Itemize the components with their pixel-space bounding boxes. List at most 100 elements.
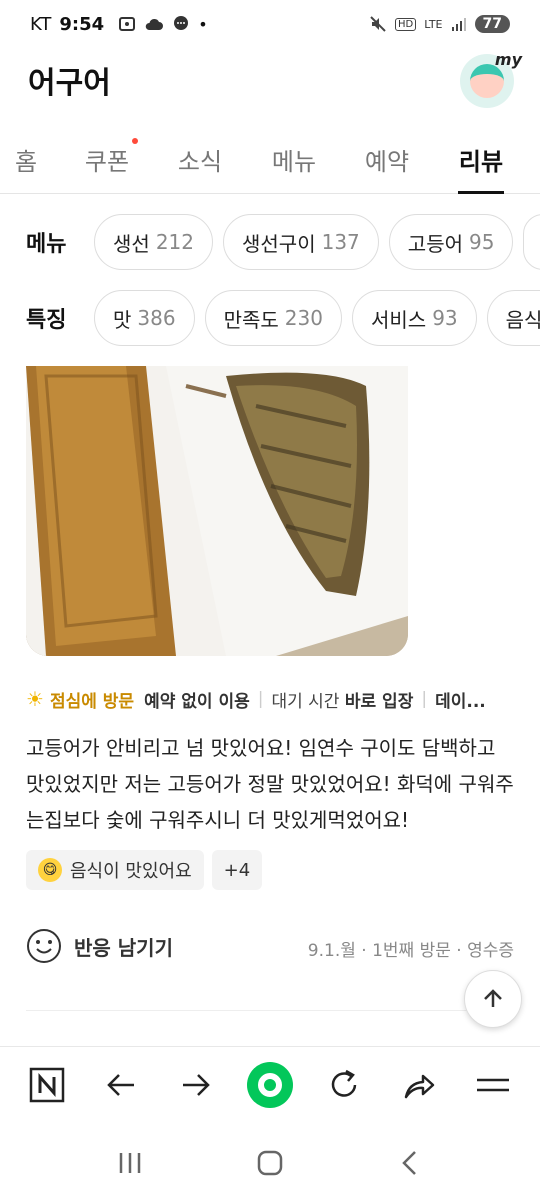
chip-name: 생선 bbox=[113, 231, 150, 256]
chip-count: 230 bbox=[284, 306, 323, 330]
chip-count: 95 bbox=[469, 230, 495, 254]
tab-label: 쿠폰 bbox=[84, 148, 130, 176]
tag-item[interactable]: 😋 음식이 맛있어요 bbox=[26, 850, 204, 890]
back-button[interactable] bbox=[93, 1057, 149, 1113]
more-tags-label: +4 bbox=[223, 859, 251, 881]
share-icon bbox=[404, 1074, 434, 1098]
tab-label: 예약 bbox=[364, 148, 410, 176]
visit-time: 점심에 방문 bbox=[49, 691, 135, 712]
status-bar: KT 9:54 • HD LTE 77 bbox=[0, 0, 540, 48]
react-button[interactable]: 반응 남기기 bbox=[26, 928, 173, 964]
tab-news[interactable]: 소식 bbox=[177, 126, 223, 194]
mute-icon bbox=[370, 16, 386, 32]
tag-label: 음식이 맛있어요 bbox=[70, 861, 192, 882]
chip-count: 386 bbox=[137, 306, 176, 330]
divider bbox=[26, 1010, 514, 1011]
hd-icon: HD bbox=[394, 17, 417, 31]
new-badge bbox=[132, 137, 138, 144]
recent-apps-icon[interactable] bbox=[115, 1148, 145, 1178]
menu-button[interactable] bbox=[465, 1057, 521, 1113]
more-dot-icon: • bbox=[198, 14, 208, 34]
chip-name: 생선구이 bbox=[242, 231, 316, 256]
review-photo[interactable] bbox=[26, 366, 408, 656]
chip-count: 93 bbox=[432, 306, 458, 330]
reservation-info: 예약 없이 이용 bbox=[144, 691, 250, 712]
feature-filter-label: 특징 bbox=[26, 308, 67, 333]
back-arrow-icon bbox=[107, 1073, 135, 1096]
scroll-top-button[interactable] bbox=[464, 970, 522, 1028]
separator: | bbox=[257, 689, 264, 709]
share-button[interactable] bbox=[391, 1057, 447, 1113]
smile-emoji-icon: 😋 bbox=[38, 858, 62, 882]
visit-info: ☀ 점심에 방문 예약 없이 이용 | 대기 시간 바로 입장 | 데이... bbox=[26, 686, 516, 712]
review-meta: 9.1.월 · 1번째 방문 · 영수증 bbox=[307, 941, 514, 961]
chip-name: 맛 bbox=[113, 307, 132, 332]
tab-label: 리뷰 bbox=[458, 148, 504, 176]
chip-name: 고등어 bbox=[407, 231, 463, 256]
forward-button[interactable] bbox=[168, 1057, 224, 1113]
review-text[interactable]: 고등어가 안비리고 넘 맛있어요! 임연수 구이도 담백하고 맛있었지만 저는 … bbox=[26, 730, 518, 838]
clock: 9:54 bbox=[59, 13, 105, 35]
browser-toolbar bbox=[0, 1046, 540, 1122]
forward-arrow-icon bbox=[182, 1073, 210, 1096]
feature-chip[interactable]: 서비스 93 bbox=[351, 290, 477, 346]
menu-chip-partial[interactable] bbox=[523, 214, 540, 270]
refresh-icon bbox=[332, 1069, 357, 1097]
visit-more: 데이... bbox=[435, 691, 486, 712]
tab-label: 메뉴 bbox=[271, 148, 317, 176]
menu-filter-row: 메뉴 생선 212 생선구이 137 고등어 95 bbox=[0, 212, 540, 272]
refresh-button[interactable] bbox=[316, 1057, 372, 1113]
chip-name: 음식량 bbox=[505, 307, 540, 332]
naver-button[interactable] bbox=[19, 1057, 75, 1113]
back-icon[interactable] bbox=[395, 1148, 425, 1178]
app-header: 어구어 my bbox=[0, 48, 540, 112]
feature-filter-row: 특징 맛386 만족도230 서비스93 음식량 bbox=[0, 288, 540, 348]
smile-icon bbox=[27, 929, 61, 963]
separator: | bbox=[421, 689, 428, 709]
feature-chip[interactable]: 맛 386 bbox=[94, 290, 195, 346]
system-nav-bar bbox=[0, 1126, 540, 1200]
battery-indicator: 77 bbox=[474, 15, 510, 33]
review-tags: 😋 음식이 맛있어요 +4 bbox=[26, 850, 263, 890]
home-icon[interactable] bbox=[255, 1148, 285, 1178]
tab-home[interactable]: 홈 bbox=[12, 126, 40, 194]
arrow-up-icon bbox=[484, 989, 502, 1007]
menu-icon bbox=[476, 1078, 509, 1091]
tab-label: 홈 bbox=[14, 148, 38, 176]
home-green-icon bbox=[246, 1061, 293, 1108]
chip-count: 137 bbox=[321, 230, 360, 254]
my-avatar-button[interactable]: my bbox=[460, 50, 522, 108]
wait-value: 바로 입장 bbox=[344, 691, 414, 712]
more-tags-button[interactable]: +4 bbox=[211, 850, 263, 890]
signal-icon bbox=[451, 18, 466, 31]
wait-label: 대기 시간 bbox=[271, 691, 340, 712]
tab-review[interactable]: 리뷰 bbox=[458, 126, 504, 194]
naver-n-icon bbox=[29, 1067, 65, 1102]
avatar bbox=[470, 64, 504, 98]
chip-name: 만족도 bbox=[223, 307, 279, 332]
menu-chip[interactable]: 고등어 95 bbox=[388, 214, 514, 270]
green-home-button[interactable] bbox=[242, 1057, 298, 1113]
menu-filter-label: 메뉴 bbox=[26, 232, 67, 257]
sun-icon: ☀ bbox=[26, 687, 44, 711]
react-label: 반응 남기기 bbox=[74, 935, 173, 960]
network-label: LTE bbox=[424, 17, 443, 31]
menu-chip[interactable]: 생선구이 137 bbox=[223, 214, 379, 270]
tab-reservation[interactable]: 예약 bbox=[364, 126, 410, 194]
chat-icon bbox=[174, 16, 189, 30]
tab-label: 소식 bbox=[177, 148, 223, 176]
my-label: my bbox=[494, 50, 522, 69]
page-title: 어구어 bbox=[28, 66, 111, 101]
tab-coupon[interactable]: 쿠폰 bbox=[84, 126, 138, 194]
menu-chip[interactable]: 생선 212 bbox=[94, 214, 213, 270]
tab-bar: 홈 쿠폰 소식 메뉴 예약 리뷰 bbox=[0, 126, 540, 194]
tab-menu[interactable]: 메뉴 bbox=[270, 126, 318, 194]
feature-chip[interactable]: 음식량 bbox=[486, 290, 540, 346]
grilled-fish-image bbox=[26, 366, 408, 656]
chip-name: 서비스 bbox=[370, 307, 427, 332]
notification-icons: • bbox=[118, 14, 208, 34]
carrier-label: KT bbox=[30, 13, 52, 35]
chip-count: 212 bbox=[155, 230, 194, 254]
feature-chip[interactable]: 만족도 230 bbox=[204, 290, 342, 346]
cloud-icon bbox=[145, 18, 164, 30]
